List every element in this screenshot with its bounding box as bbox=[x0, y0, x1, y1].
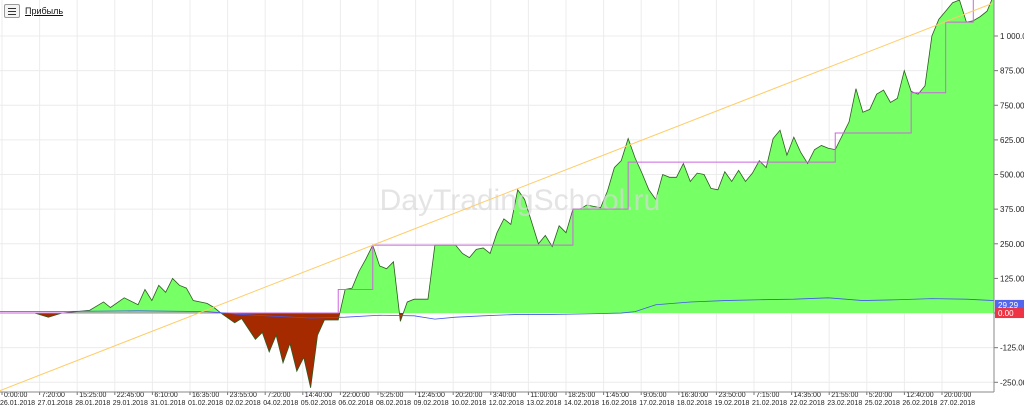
list-icon[interactable] bbox=[4, 4, 20, 18]
x-tick-date: 05.02.2018 bbox=[301, 400, 336, 407]
x-tick-date: 26.01.2018 bbox=[0, 400, 35, 407]
x-tick-date: 14.02.2018 bbox=[564, 400, 599, 407]
y-tick-label: 1 000.00 bbox=[1000, 32, 1024, 41]
x-tick-date: 23.02.2018 bbox=[827, 400, 862, 407]
legend-profit-label[interactable]: Прибыль bbox=[25, 6, 63, 16]
x-tick-time: 16:35:00 bbox=[192, 392, 219, 399]
x-tick-time: 11:00:00 bbox=[530, 392, 557, 399]
chart-canvas: DayTradingSchool.ru 1 000.00 875.00 750.00… bbox=[0, 0, 1024, 407]
x-tick-date: 17.02.2018 bbox=[639, 400, 674, 407]
x-tick-time: 1:45:00 bbox=[606, 392, 629, 399]
y-tick-label: 500.00 bbox=[1000, 171, 1024, 180]
x-tick-date: 18.02.2018 bbox=[677, 400, 712, 407]
x-tick-date: 27.02.2018 bbox=[940, 400, 975, 407]
x-tick-time: 20:00:00 bbox=[944, 392, 971, 399]
x-tick-date: 16.02.2018 bbox=[602, 400, 637, 407]
x-tick-time: 9:05:00 bbox=[643, 392, 666, 399]
y-tick-label: 375.00 bbox=[1000, 205, 1024, 214]
x-tick-date: 10.02.2018 bbox=[451, 400, 486, 407]
watermark: DayTradingSchool.ru bbox=[380, 184, 661, 217]
y-tick-label: 625.00 bbox=[1000, 136, 1024, 145]
x-tick-time: 15:25:00 bbox=[79, 392, 106, 399]
x-tick-time: 23:50:00 bbox=[718, 392, 745, 399]
x-tick-time: 5:25:00 bbox=[380, 392, 403, 399]
x-tick-time: 23:55:00 bbox=[230, 392, 257, 399]
chart-legend: Прибыль bbox=[4, 4, 63, 18]
value-label-text: 0.00 bbox=[998, 309, 1014, 318]
x-tick-time: 20:20:00 bbox=[455, 392, 482, 399]
x-tick-time: 3:40:00 bbox=[493, 392, 516, 399]
x-tick-date: 13.02.2018 bbox=[526, 400, 561, 407]
x-tick-time: 16:30:00 bbox=[681, 392, 708, 399]
x-tick-date: 21.02.2018 bbox=[752, 400, 787, 407]
x-tick-date: 08.02.2018 bbox=[376, 400, 411, 407]
x-tick-time: 12:45:00 bbox=[418, 392, 445, 399]
x-tick-date: 02.02.2018 bbox=[226, 400, 261, 407]
y-tick-label: 875.00 bbox=[1000, 67, 1024, 76]
x-tick-time: 6:10:00 bbox=[154, 392, 177, 399]
y-tick-label: 250.00 bbox=[1000, 240, 1024, 249]
x-tick-date: 22.02.2018 bbox=[790, 400, 825, 407]
x-tick-time: 14:40:00 bbox=[305, 392, 332, 399]
x-tick-date: 26.02.2018 bbox=[902, 400, 937, 407]
y-tick-label: 750.00 bbox=[1000, 101, 1024, 110]
x-tick-time: 7:15:00 bbox=[756, 392, 779, 399]
y-tick-label: -250.00 bbox=[1000, 378, 1024, 387]
x-tick-time: 14:35:00 bbox=[794, 392, 821, 399]
x-tick-date: 09.02.2018 bbox=[414, 400, 449, 407]
x-tick-date: 25.02.2018 bbox=[865, 400, 900, 407]
x-tick-date: 19.02.2018 bbox=[714, 400, 749, 407]
x-tick-date: 31.01.2018 bbox=[150, 400, 185, 407]
x-tick-time: 18:25:00 bbox=[568, 392, 595, 399]
y-tick-label: -125.00 bbox=[1000, 344, 1024, 353]
x-tick-time: 12:40:00 bbox=[906, 392, 933, 399]
x-tick-date: 12.02.2018 bbox=[489, 400, 524, 407]
x-tick-time: 7:20:00 bbox=[42, 392, 65, 399]
x-tick-date: 29.01.2018 bbox=[113, 400, 148, 407]
x-tick-date: 27.01.2018 bbox=[38, 400, 73, 407]
x-tick-time: 22:00:00 bbox=[342, 392, 369, 399]
x-tick-date: 28.01.2018 bbox=[75, 400, 110, 407]
x-tick-time: 0:00:00 bbox=[4, 392, 27, 399]
x-tick-time: 22:45:00 bbox=[117, 392, 144, 399]
x-tick-date: 04.02.2018 bbox=[263, 400, 298, 407]
y-tick-label: 125.00 bbox=[1000, 274, 1024, 283]
x-tick-time: 5:20:00 bbox=[869, 392, 892, 399]
x-tick-time: 7:20:00 bbox=[267, 392, 290, 399]
x-tick-date: 01.02.2018 bbox=[188, 400, 223, 407]
x-tick-date: 06.02.2018 bbox=[338, 400, 373, 407]
x-tick-time: 21:55:00 bbox=[831, 392, 858, 399]
